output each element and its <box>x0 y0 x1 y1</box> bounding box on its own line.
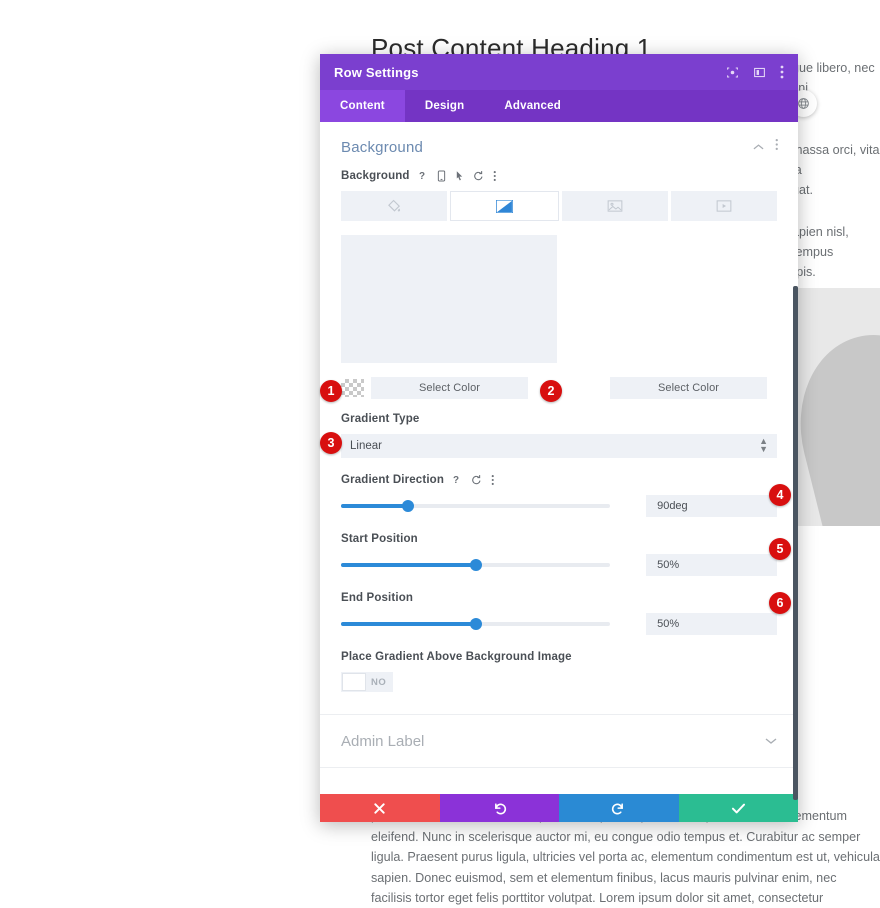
decorative-shape <box>792 317 880 526</box>
select-color-2-button[interactable]: Select Color <box>610 377 767 399</box>
callout-badge-2: 2 <box>540 380 562 402</box>
end-position-label-row: End Position <box>341 592 777 604</box>
field-label: Start Position <box>341 533 418 545</box>
hover-icon[interactable] <box>455 170 464 182</box>
modal-header-icons <box>726 65 784 79</box>
admin-label-title: Admin Label <box>341 732 425 750</box>
place-gradient-label-row: Place Gradient Above Background Image <box>341 651 777 663</box>
reset-icon[interactable] <box>473 170 484 182</box>
slider-handle[interactable] <box>469 559 482 571</box>
start-position-input[interactable]: 50% <box>646 554 777 576</box>
gradient-direction-slider-row: 90deg <box>341 495 777 517</box>
reset-icon[interactable] <box>471 474 482 486</box>
gradient-direction-field: Gradient Direction ? 90deg <box>320 458 798 517</box>
background-type-color-tab[interactable] <box>341 191 448 221</box>
tab-design[interactable]: Design <box>405 90 485 122</box>
responsive-icon[interactable] <box>437 170 446 182</box>
gradient-type-label-row: Gradient Type <box>341 413 777 425</box>
end-position-slider[interactable] <box>341 618 611 630</box>
gradient-direction-label-row: Gradient Direction ? <box>341 474 777 486</box>
svg-text:?: ? <box>419 171 425 182</box>
background-field: Background ? <box>320 156 798 182</box>
callout-badge-1: 1 <box>320 380 342 402</box>
modal-footer <box>320 794 798 822</box>
more-vertical-icon[interactable] <box>493 170 497 182</box>
more-vertical-icon[interactable] <box>491 474 495 486</box>
gradient-direction-input[interactable]: 90deg <box>646 495 777 517</box>
end-position-field: End Position 50% <box>320 576 798 635</box>
select-arrows-icon: ▲ ▼ <box>759 436 768 454</box>
field-label: Gradient Direction <box>341 474 445 486</box>
background-type-tabs <box>320 191 798 221</box>
modal-scrollbar[interactable] <box>793 286 798 800</box>
tab-advanced[interactable]: Advanced <box>484 90 581 122</box>
field-label: Place Gradient Above Background Image <box>341 651 572 663</box>
field-label: Background <box>341 170 410 182</box>
section-header-icons <box>753 138 779 156</box>
background-field-label-row: Background ? <box>341 170 777 182</box>
modal-body: Background Background ? Select Color Sel… <box>320 122 798 774</box>
undo-button[interactable] <box>439 794 559 822</box>
page-paragraph: massa orci, vitae lauat. <box>792 143 880 197</box>
callout-badge-4: 4 <box>769 484 791 506</box>
chevron-down-icon[interactable] <box>765 732 777 750</box>
page-paragraph: apien nisl, tempus rpis. <box>792 225 849 279</box>
end-position-slider-row: 50% <box>341 613 777 635</box>
slider-handle[interactable] <box>402 500 415 512</box>
tab-content[interactable]: Content <box>320 90 405 122</box>
svg-text:?: ? <box>453 475 459 486</box>
more-vertical-icon[interactable] <box>780 65 784 79</box>
start-position-slider-row: 50% <box>341 554 777 576</box>
callout-badge-5: 5 <box>769 538 791 560</box>
gradient-type-select-wrap: Linear ▲ ▼ <box>341 434 777 458</box>
callout-badge-3: 3 <box>320 432 342 454</box>
gradient-type-select[interactable]: Linear <box>341 434 777 458</box>
place-gradient-above-image-field: Place Gradient Above Background Image NO <box>320 635 798 692</box>
toggle-handle <box>342 673 366 691</box>
target-icon[interactable] <box>726 66 739 79</box>
toggle-state-label: NO <box>371 676 387 688</box>
background-type-video-tab[interactable] <box>670 191 777 221</box>
background-type-gradient-tab[interactable] <box>450 191 559 221</box>
redo-button[interactable] <box>559 794 679 822</box>
background-type-image-tab[interactable] <box>561 191 668 221</box>
page-image-placeholder <box>792 288 880 526</box>
end-position-input[interactable]: 50% <box>646 613 777 635</box>
screen: Post Content Heading 1 gue libero, nec f… <box>0 0 880 908</box>
modal-header: Row Settings <box>320 54 798 90</box>
background-section-header[interactable]: Background <box>320 122 798 156</box>
place-gradient-toggle[interactable]: NO <box>341 672 393 692</box>
help-icon[interactable]: ? <box>419 170 428 182</box>
help-icon[interactable]: ? <box>453 474 462 486</box>
start-position-label-row: Start Position <box>341 533 777 545</box>
gradient-direction-slider[interactable] <box>341 500 611 512</box>
section-title: Background <box>341 138 424 156</box>
gradient-type-field: Gradient Type <box>320 399 798 425</box>
modal-tabs: Content Design Advanced <box>320 90 798 122</box>
chevron-up-icon[interactable] <box>753 138 764 156</box>
field-label: End Position <box>341 592 414 604</box>
modal-title: Row Settings <box>334 64 419 80</box>
callout-badge-6: 6 <box>769 592 791 614</box>
start-position-slider[interactable] <box>341 559 611 571</box>
more-vertical-icon[interactable] <box>775 138 779 156</box>
save-button[interactable] <box>678 794 798 822</box>
slider-handle[interactable] <box>469 618 482 630</box>
field-label: Gradient Type <box>341 413 420 425</box>
admin-label-section[interactable]: Admin Label <box>320 715 798 767</box>
split-layout-icon[interactable] <box>753 66 766 79</box>
color-stop-1-swatch[interactable] <box>341 379 364 397</box>
cancel-button[interactable] <box>320 794 440 822</box>
row-settings-modal: Row Settings Content Design Advanced Bac… <box>320 54 798 822</box>
start-position-field: Start Position 50% <box>320 517 798 576</box>
select-color-1-button[interactable]: Select Color <box>371 377 528 399</box>
gradient-preview <box>341 235 557 363</box>
gradient-type-value: Linear <box>350 440 382 452</box>
